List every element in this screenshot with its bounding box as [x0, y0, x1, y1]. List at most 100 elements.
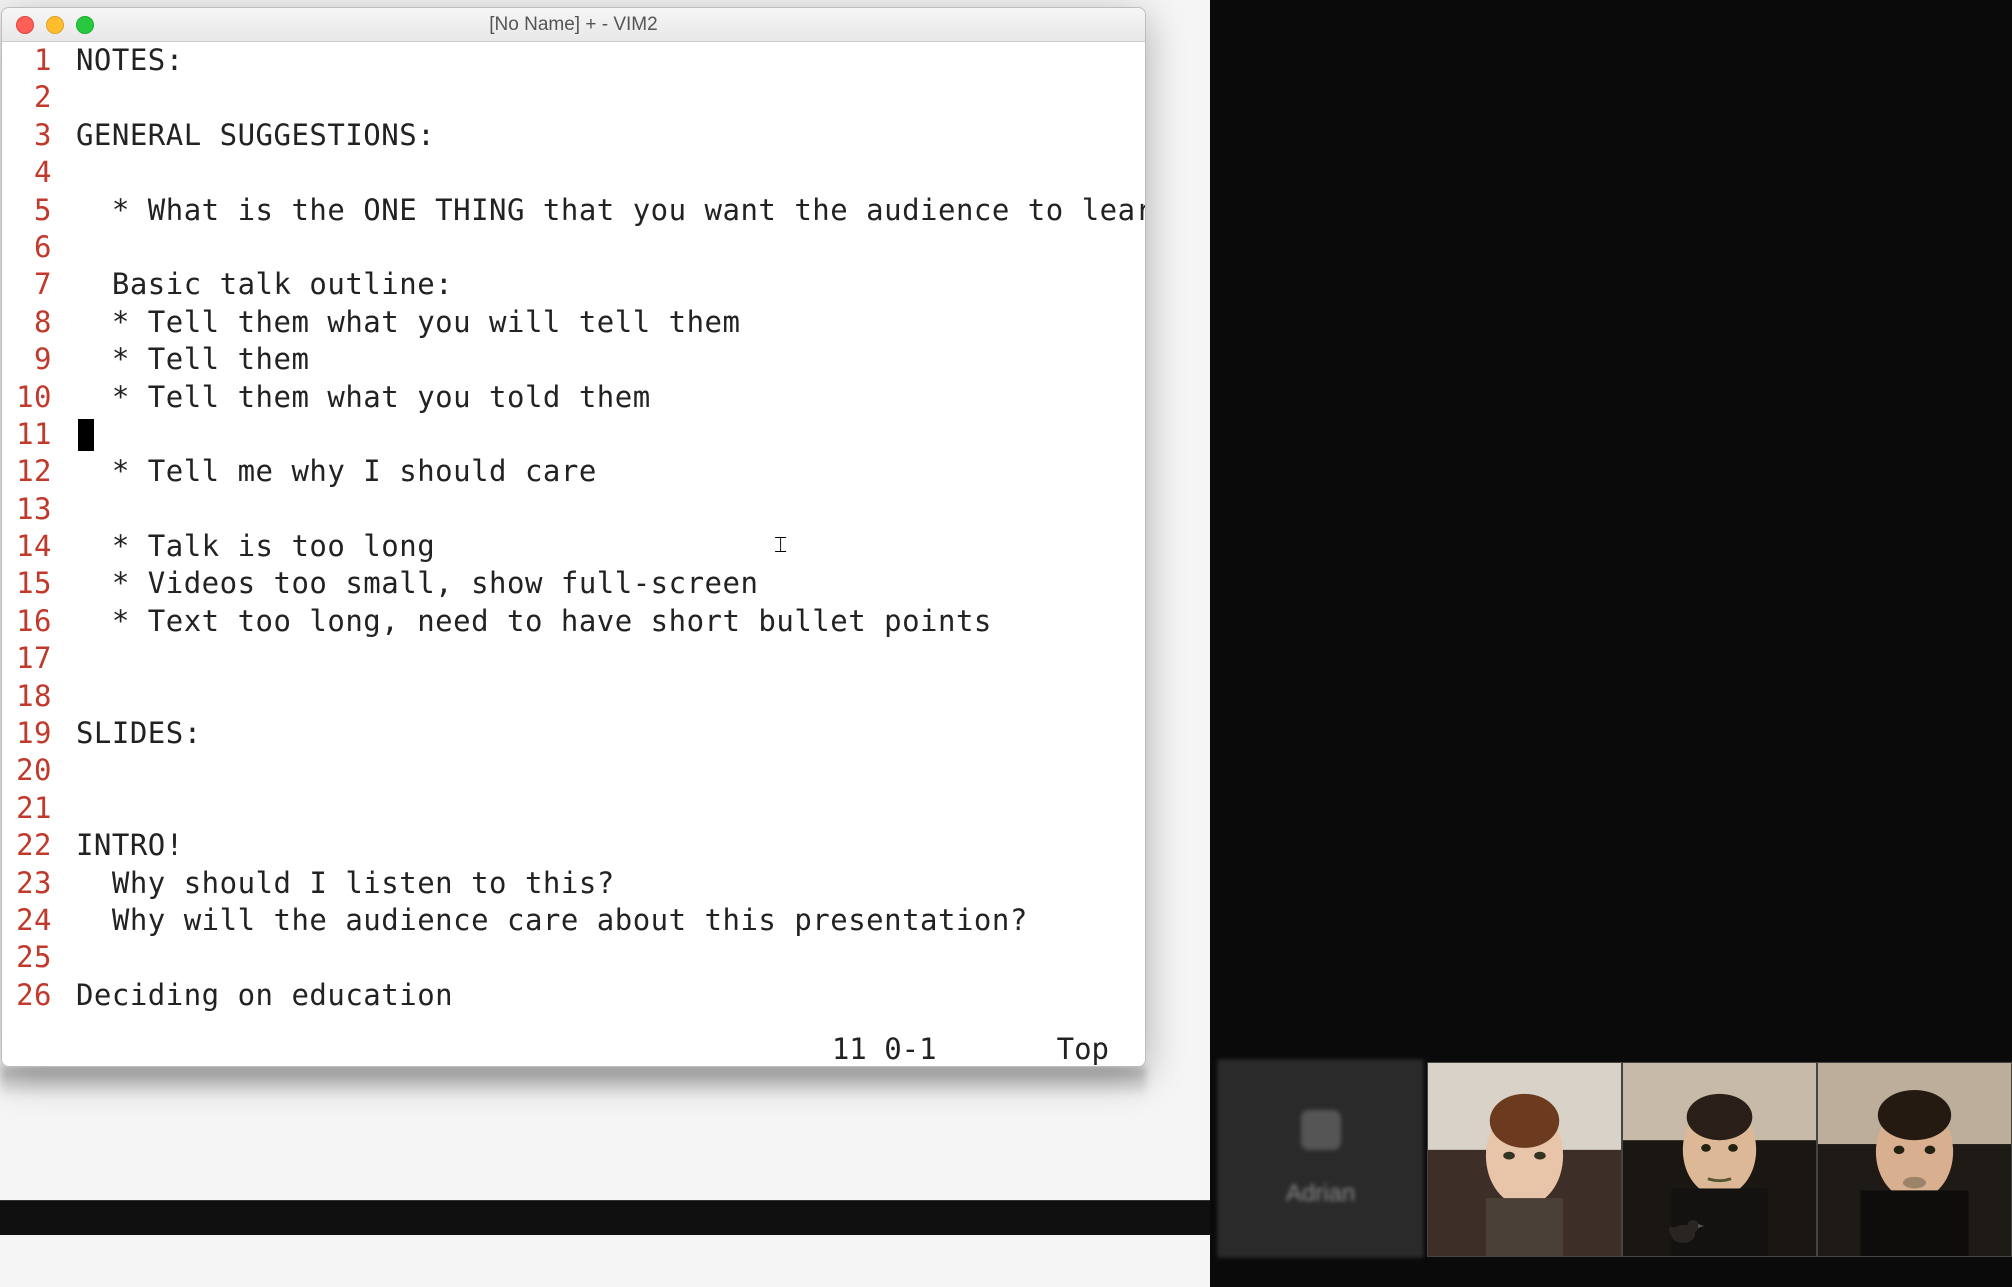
line-number: 20: [2, 752, 58, 789]
line-number: 14: [2, 528, 58, 565]
line-text: INTRO!: [58, 827, 184, 864]
line-number: 7: [2, 266, 58, 303]
editor-line[interactable]: 4: [2, 154, 1145, 191]
maximize-icon[interactable]: [76, 16, 94, 34]
video-call-strip: Adrian: [1218, 1060, 2012, 1257]
traffic-lights: [16, 16, 94, 34]
editor-line[interactable]: 20: [2, 752, 1145, 789]
editor-line[interactable]: 18: [2, 678, 1145, 715]
participant-tile-1[interactable]: [1427, 1062, 1622, 1257]
editor-line[interactable]: 10 * Tell them what you told them: [2, 379, 1145, 416]
line-text: GENERAL SUGGESTIONS:: [58, 117, 435, 154]
line-number: 4: [2, 154, 58, 191]
editor-line[interactable]: 11: [2, 416, 1145, 453]
line-number: 26: [2, 977, 58, 1014]
editor-area[interactable]: 1 NOTES:2 3 GENERAL SUGGESTIONS:4 5 * Wh…: [2, 42, 1145, 1066]
line-number: 18: [2, 678, 58, 715]
line-number: 23: [2, 865, 58, 902]
camera-off-icon: [1301, 1110, 1341, 1150]
vim-status-bar: 11 0-1 Top: [2, 1028, 1127, 1066]
text-cursor-pointer-icon: ⌶: [774, 532, 787, 558]
line-text: [58, 640, 76, 677]
line-number: 22: [2, 827, 58, 864]
participant-tile-3[interactable]: [1817, 1062, 2012, 1257]
line-number: 19: [2, 715, 58, 752]
line-number: 17: [2, 640, 58, 677]
line-text: [58, 752, 76, 789]
editor-line[interactable]: 21: [2, 790, 1145, 827]
line-text: Why should I listen to this?: [58, 865, 615, 902]
participant-tile-2[interactable]: [1622, 1062, 1817, 1257]
line-number: 2: [2, 79, 58, 116]
line-number: 12: [2, 453, 58, 490]
line-number: 13: [2, 491, 58, 528]
editor-line[interactable]: 3 GENERAL SUGGESTIONS:: [2, 117, 1145, 154]
editor-line[interactable]: 13: [2, 491, 1145, 528]
line-text: * Tell me why I should care: [58, 453, 597, 490]
line-number: 6: [2, 229, 58, 266]
editor-line[interactable]: 9 * Tell them: [2, 341, 1145, 378]
line-text: * Tell them: [58, 341, 309, 378]
line-text: [58, 790, 76, 827]
line-text: [58, 416, 76, 453]
vim-cursor: [78, 419, 94, 451]
editor-line[interactable]: 15 * Videos too small, show full-screen: [2, 565, 1145, 602]
titlebar[interactable]: [No Name] + - VIM2: [2, 8, 1145, 42]
participant-video-2: [1623, 1063, 1816, 1256]
participant-tile-blurred[interactable]: Adrian: [1218, 1060, 1423, 1257]
close-icon[interactable]: [16, 16, 34, 34]
line-text: * Tell them what you will tell them: [58, 304, 740, 341]
line-number: 3: [2, 117, 58, 154]
participant-name-label: Adrian: [1286, 1180, 1355, 1208]
window-title: [No Name] + - VIM2: [2, 14, 1145, 36]
editor-line[interactable]: 14 * Talk is too long: [2, 528, 1145, 565]
line-text: Why will the audience care about this pr…: [58, 902, 1028, 939]
cursor-position: 11 0-1: [832, 1032, 937, 1066]
line-number: 8: [2, 304, 58, 341]
line-text: * Text too long, need to have short bull…: [58, 603, 992, 640]
editor-line[interactable]: 12 * Tell me why I should care: [2, 453, 1145, 490]
line-text: [58, 678, 76, 715]
line-number: 21: [2, 790, 58, 827]
minimize-icon[interactable]: [46, 16, 64, 34]
editor-line[interactable]: 1 NOTES:: [2, 42, 1145, 79]
line-text: Basic talk outline:: [58, 266, 453, 303]
line-text: Deciding on education: [58, 977, 453, 1014]
participant-video-3: [1818, 1063, 2011, 1256]
line-number: 10: [2, 379, 58, 416]
line-text: [58, 939, 76, 976]
editor-line[interactable]: 26 Deciding on education: [2, 977, 1145, 1014]
os-bottom-bar: [0, 1200, 1210, 1235]
editor-line[interactable]: 6: [2, 229, 1145, 266]
editor-line[interactable]: 23 Why should I listen to this?: [2, 865, 1145, 902]
line-text: * What is the ONE THING that you want th…: [58, 192, 1145, 229]
editor-line[interactable]: 19 SLIDES:: [2, 715, 1145, 752]
line-text: [58, 154, 76, 191]
line-number: 15: [2, 565, 58, 602]
editor-line[interactable]: 5 * What is the ONE THING that you want …: [2, 192, 1145, 229]
line-text: [58, 79, 76, 116]
scroll-indicator: Top: [1057, 1032, 1109, 1066]
line-number: 1: [2, 42, 58, 79]
editor-line[interactable]: 2: [2, 79, 1145, 116]
editor-line[interactable]: 8 * Tell them what you will tell them: [2, 304, 1145, 341]
line-text: * Videos too small, show full-screen: [58, 565, 758, 602]
line-number: 9: [2, 341, 58, 378]
editor-line[interactable]: 16 * Text too long, need to have short b…: [2, 603, 1145, 640]
line-text: SLIDES:: [58, 715, 202, 752]
editor-line[interactable]: 24 Why will the audience care about this…: [2, 902, 1145, 939]
line-text: * Tell them what you told them: [58, 379, 651, 416]
vim-window: [No Name] + - VIM2 1 NOTES:2 3 GENERAL S…: [1, 7, 1146, 1067]
line-number: 25: [2, 939, 58, 976]
line-number: 5: [2, 192, 58, 229]
line-number: 24: [2, 902, 58, 939]
window-shadow: [1, 1067, 1146, 1097]
line-text: NOTES:: [58, 42, 184, 79]
editor-line[interactable]: 7 Basic talk outline:: [2, 266, 1145, 303]
line-number: 11: [2, 416, 58, 453]
editor-line[interactable]: 25: [2, 939, 1145, 976]
editor-line[interactable]: 17: [2, 640, 1145, 677]
line-text: [58, 229, 76, 266]
line-text: [58, 491, 76, 528]
editor-line[interactable]: 22 INTRO!: [2, 827, 1145, 864]
